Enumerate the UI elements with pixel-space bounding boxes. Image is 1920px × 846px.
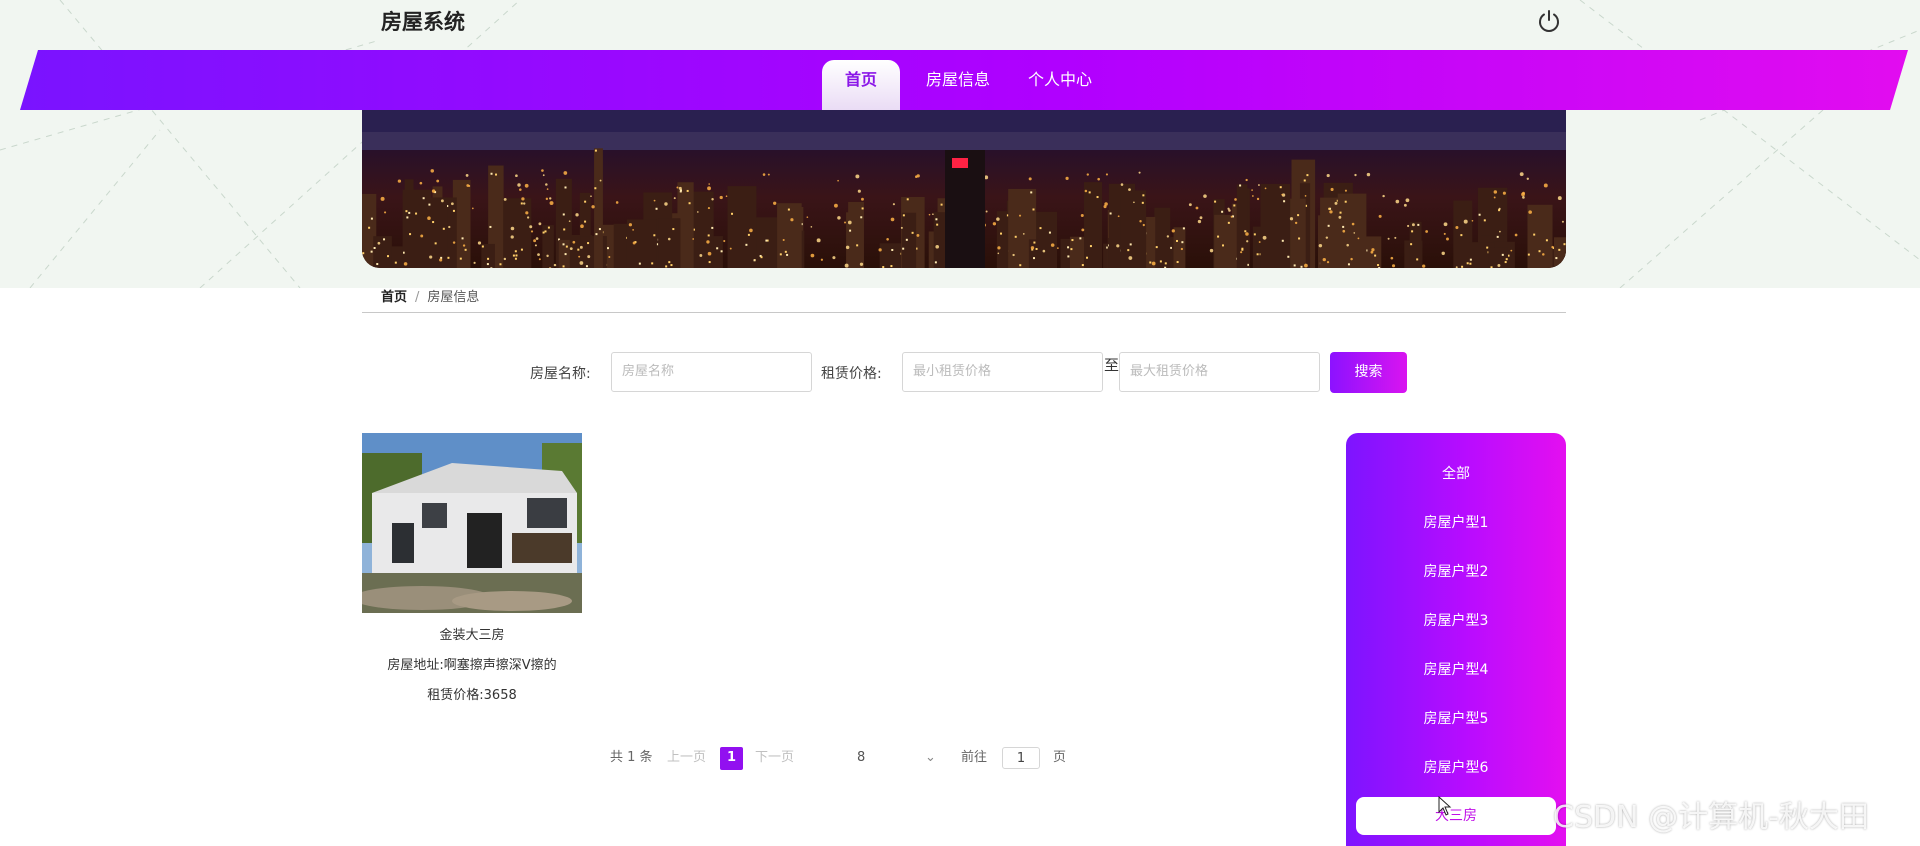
goto-label: 前往 [961,750,988,765]
category-all[interactable]: 全部 [1346,463,1566,483]
listing-card[interactable]: 金装大三房 房屋地址:啊塞擦声擦深V擦的 租赁价格:3658 [362,433,582,711]
app-title: 房屋系统 [381,10,465,34]
price-label: 租赁价格: [821,366,882,382]
page-1-button[interactable]: 1 [720,747,743,770]
house-name-label: 房屋名称: [530,366,591,382]
main-nav: 首页 房屋信息 个人中心 [822,60,1118,110]
banner-image [362,110,1566,268]
category-type-4[interactable]: 房屋户型4 [1346,659,1566,679]
max-price-input[interactable]: 最大租赁价格 [1119,352,1320,392]
breadcrumb-current: 房屋信息 [427,290,480,305]
breadcrumb-separator: / [415,290,420,305]
page-size-value: 8 [857,750,866,765]
category-type-6[interactable]: 房屋户型6 [1346,757,1566,777]
category-sidebar: 全部 房屋户型1 房屋户型2 房屋户型3 房屋户型4 房屋户型5 房屋户型6 大… [1346,433,1566,846]
breadcrumb: 首页 / 房屋信息 [381,286,479,305]
min-price-input[interactable]: 最小租赁价格 [902,352,1103,392]
breadcrumb-home[interactable]: 首页 [381,290,407,305]
power-icon[interactable] [1536,8,1562,34]
listing-title[interactable]: 金装大三房 [362,621,582,651]
prev-page-button[interactable]: 上一页 [667,747,706,769]
chevron-down-icon: ⌄ [925,750,936,765]
house-photo[interactable] [362,433,582,613]
category-big-three[interactable]: 大三房 [1356,797,1556,835]
watermark-text: CSDN @计算机-秋大田 [1553,800,1869,835]
nav-item-home[interactable]: 首页 [822,60,900,110]
nav-item-profile[interactable]: 个人中心 [1016,60,1104,110]
pagination-total: 共 1 条 [610,750,653,765]
category-type-5[interactable]: 房屋户型5 [1346,708,1566,728]
category-type-1[interactable]: 房屋户型1 [1346,512,1566,532]
search-button[interactable]: 搜索 [1330,352,1407,393]
page-suffix-label: 页 [1053,750,1067,765]
breadcrumb-divider [362,312,1566,313]
city-skyline-illustration [362,110,1566,268]
page-size-select[interactable]: 8 ⌄ [857,747,961,769]
listing-address: 房屋地址:啊塞擦声擦深V擦的 [387,658,557,673]
listing-price: 租赁价格:3658 [427,688,517,703]
range-to-label: 至 [1104,356,1120,374]
next-page-button[interactable]: 下一页 [755,747,794,769]
category-type-2[interactable]: 房屋户型2 [1346,561,1566,581]
mouse-cursor-icon [1438,796,1452,816]
house-name-input[interactable]: 房屋名称 [611,352,812,392]
nav-item-house-info[interactable]: 房屋信息 [914,60,1002,110]
goto-page-input[interactable]: 1 [1002,747,1040,769]
category-type-3[interactable]: 房屋户型3 [1346,610,1566,630]
